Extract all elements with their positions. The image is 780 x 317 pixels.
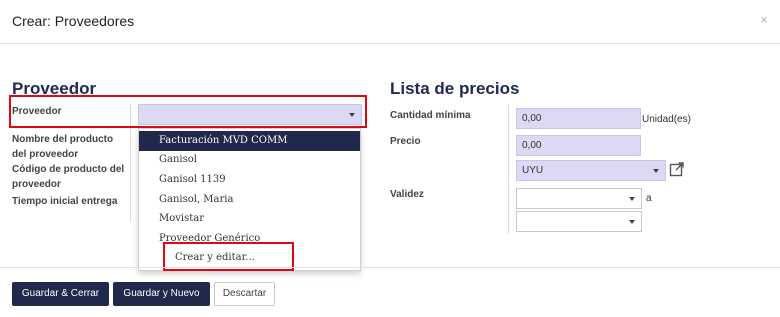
validez-separator: a	[646, 193, 652, 204]
cantidad-minima-input[interactable]: 0,00	[516, 108, 641, 129]
currency-value: UYU	[522, 165, 544, 176]
dropdown-item[interactable]: Ganisol 1139	[139, 170, 360, 190]
external-link-icon[interactable]	[669, 161, 685, 177]
dropdown-item[interactable]: Ganisol, Maria	[139, 190, 360, 210]
chevron-down-icon[interactable]	[629, 197, 635, 201]
discard-button[interactable]: Descartar	[214, 282, 275, 306]
modal-header: Crear: Proveedores ×	[0, 0, 780, 44]
close-icon[interactable]: ×	[760, 12, 768, 27]
save-close-button[interactable]: Guardar & Cerrar	[12, 282, 109, 306]
chevron-down-icon[interactable]	[653, 169, 659, 173]
precios-section-title: Lista de precios	[390, 79, 520, 98]
precio-label: Precio	[390, 136, 421, 147]
currency-select[interactable]: UYU	[516, 160, 666, 181]
unidad-label: Unidad(es)	[642, 114, 691, 125]
cantidad-minima-label: Cantidad mínima	[390, 110, 471, 121]
precio-input[interactable]: 0,00	[516, 135, 641, 156]
proveedor-highlight	[9, 95, 367, 128]
dropdown-item[interactable]: Movistar	[139, 209, 360, 229]
codigo-producto-label: Código de producto del proveedor	[12, 164, 125, 190]
dropdown-item[interactable]: Facturación MVD COMM	[139, 131, 360, 151]
dialog-title: Crear: Proveedores	[12, 13, 135, 29]
modal-footer: Guardar & Cerrar Guardar y Nuevo Descart…	[0, 267, 780, 317]
save-new-button[interactable]: Guardar y Nuevo	[113, 282, 210, 306]
validez-to-select[interactable]	[516, 211, 642, 232]
chevron-down-icon[interactable]	[629, 220, 635, 224]
field-separator	[508, 104, 509, 234]
dropdown-item[interactable]: Ganisol	[139, 150, 360, 170]
nombre-producto-label: Nombre del producto del proveedor	[12, 134, 114, 160]
validez-from-select[interactable]	[516, 188, 642, 209]
tiempo-entrega-label: Tiempo inicial entrega	[12, 196, 118, 207]
validez-label: Validez	[390, 189, 424, 200]
